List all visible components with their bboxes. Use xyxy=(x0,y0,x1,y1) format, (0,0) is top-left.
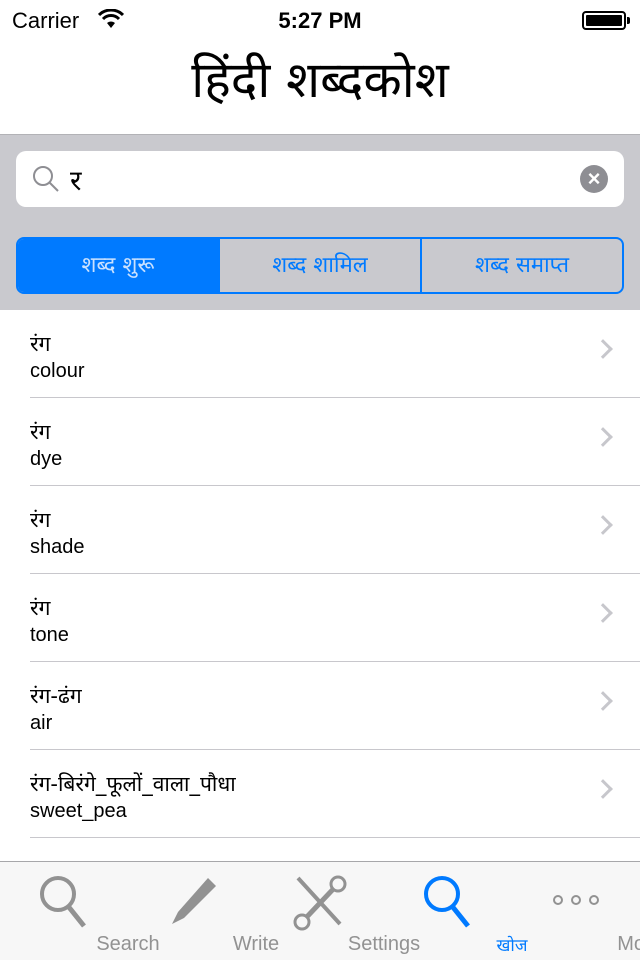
list-item[interactable]: रंग tone xyxy=(30,574,640,662)
english-word: shade xyxy=(30,536,85,558)
clock: 5:27 PM xyxy=(278,8,362,33)
search-mode-segmented-control: शब्द शुरू शब्द शामिल शब्द समाप्त xyxy=(16,237,624,294)
search-value: र xyxy=(70,164,82,197)
list-item[interactable]: रंग-ढंग air xyxy=(30,662,640,750)
tab-search[interactable]: Search xyxy=(0,862,160,960)
hindi-word: रंग-बिरंगे_फूलों_वाला_पौधा xyxy=(30,772,236,796)
pencil-icon xyxy=(172,878,216,924)
english-word: dye xyxy=(30,448,63,470)
clear-icon[interactable]: × xyxy=(580,165,608,193)
list-item[interactable]: रंग colour xyxy=(30,310,640,398)
english-word: air xyxy=(30,712,53,734)
status-bar: Carrier 5:27 PM xyxy=(0,0,640,40)
chevron-right-icon xyxy=(593,339,613,359)
magnifier-icon xyxy=(40,876,86,928)
english-word: colour xyxy=(30,360,85,382)
hindi-word: रंग xyxy=(30,596,51,620)
list-item[interactable]: रंग dye xyxy=(30,398,640,486)
page-title: हिंदी शब्दकोश xyxy=(191,51,449,109)
chevron-right-icon xyxy=(593,427,613,447)
list-item[interactable]: रंग shade xyxy=(30,486,640,574)
hindi-word: रंग-ढंग xyxy=(30,684,82,708)
chevron-right-icon xyxy=(593,603,613,623)
tab-more[interactable]: More xyxy=(512,862,640,960)
hindi-word: रंग xyxy=(30,508,51,532)
tab-write[interactable]: Write xyxy=(128,862,279,960)
magnifier-icon xyxy=(424,876,470,928)
segment-contains[interactable]: शब्द शामिल xyxy=(218,239,420,292)
search-icon xyxy=(33,166,59,192)
chevron-right-icon xyxy=(593,779,613,799)
results-list: रंग colour रंग dye रंग shade रंग tone रंग-ढं… xyxy=(0,310,640,861)
english-word: tone xyxy=(30,624,69,646)
battery-icon xyxy=(582,11,630,30)
chevron-right-icon xyxy=(593,691,613,711)
tools-icon xyxy=(293,875,347,931)
list-item[interactable]: रंग-बिरंगे_फूलों_वाला_पौधा sweet_pea xyxy=(30,750,640,838)
search-input[interactable]: र × xyxy=(16,151,624,207)
tab-khoj[interactable]: खोज xyxy=(384,862,527,960)
segment-ends-with[interactable]: शब्द समाप्त xyxy=(420,239,622,292)
search-panel: र × शब्द शुरू शब्द शामिल शब्द समाप्त xyxy=(0,134,640,310)
hindi-word: रंग xyxy=(30,420,51,444)
tab-settings[interactable]: Settings xyxy=(256,862,420,960)
chevron-right-icon xyxy=(593,515,613,535)
more-icon xyxy=(553,895,599,905)
segment-starts-with[interactable]: शब्द शुरू xyxy=(18,239,218,292)
hindi-word: रंग xyxy=(30,332,51,356)
english-word: sweet_pea xyxy=(30,800,127,822)
tab-bar: Search Write Settings खोज More xyxy=(0,861,640,960)
